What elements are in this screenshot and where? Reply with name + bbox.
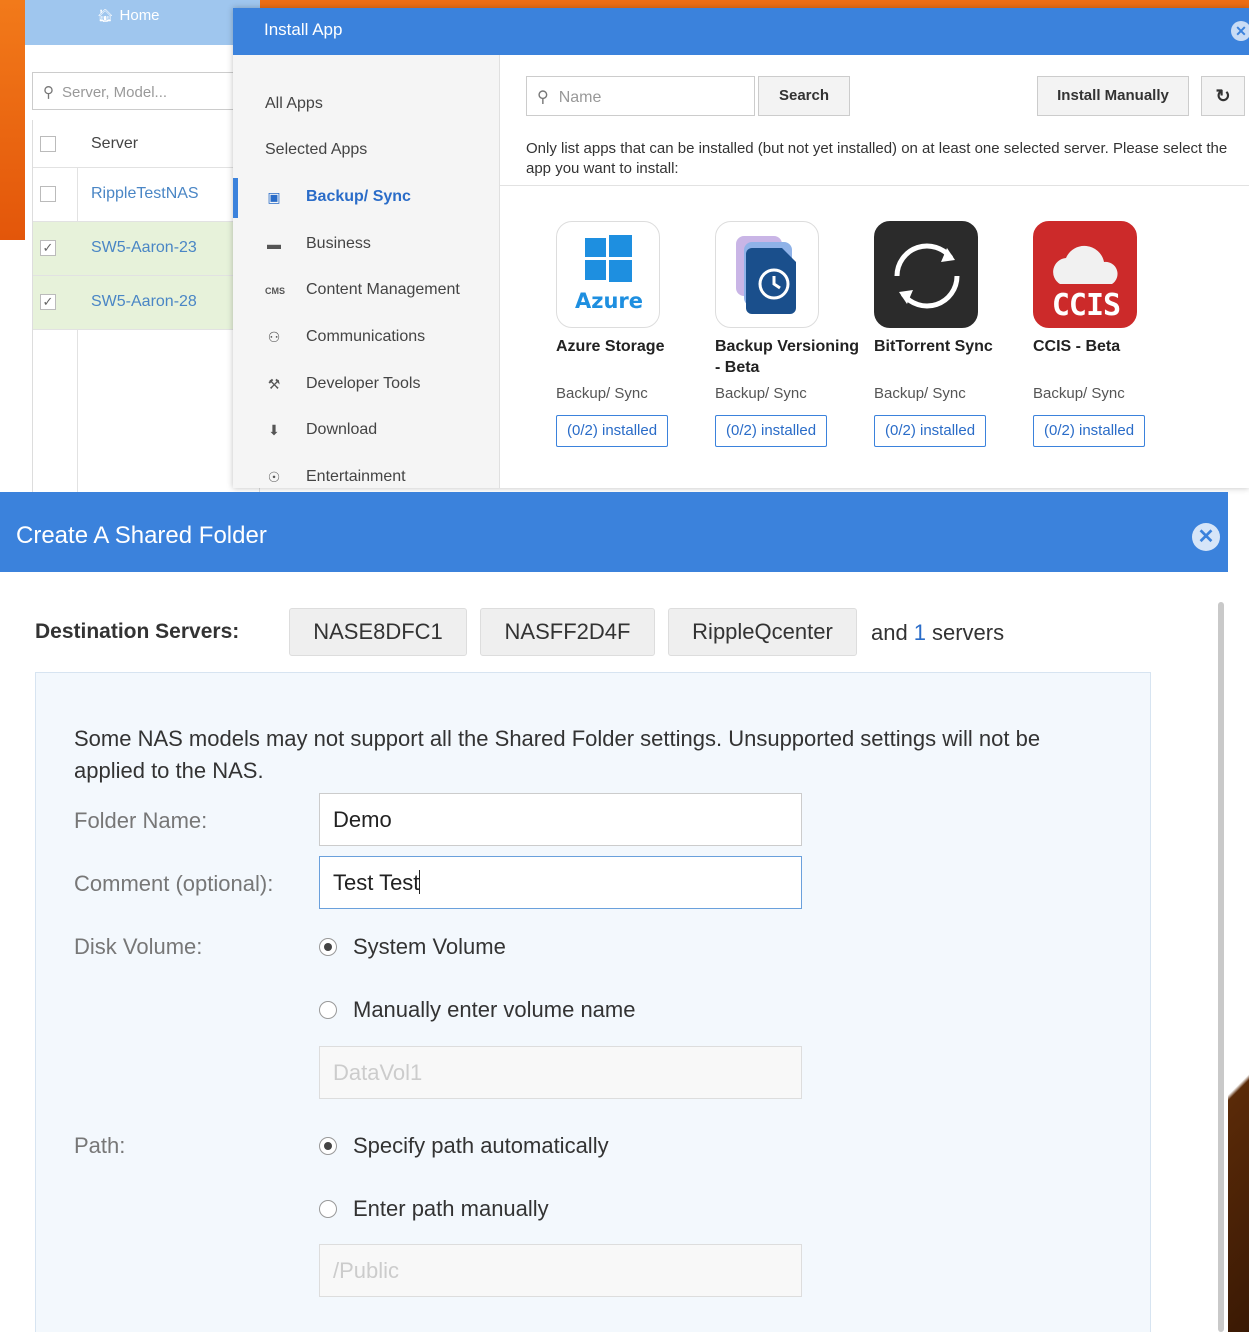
server-table-header: Server (33, 120, 260, 168)
nav-item-backup-sync[interactable]: ▣ Backup/ Sync (233, 178, 500, 218)
close-icon[interactable]: ✕ (1192, 523, 1220, 551)
row-checkbox[interactable] (40, 186, 56, 202)
radio-system-volume[interactable]: System Volume (319, 934, 506, 960)
installed-badge[interactable]: (0/2) installed (874, 415, 987, 447)
table-row[interactable]: ✓ SW5-Aaron-28 (33, 276, 260, 330)
install-app-card-meta: Backup/ Sync Backup/ Sync Backup/ Sync B… (500, 55, 1249, 488)
comment-field[interactable]: Test Test (319, 856, 802, 909)
server-search-placeholder: Server, Model... (62, 84, 168, 101)
app-category: Backup/ Sync (1033, 385, 1125, 402)
nav-item-all-apps[interactable]: All Apps (233, 85, 500, 125)
install-app-title: Install App (264, 20, 343, 39)
briefcase-icon: ▬ (267, 236, 281, 252)
server-panel: 🏠︎ Home ⚲ Server, Model... Server RippleTe… (25, 0, 260, 500)
radio-selected-icon (319, 938, 337, 956)
radio-label: System Volume (353, 934, 506, 959)
app-category: Backup/ Sync (556, 385, 648, 402)
hammer-icon: ⚒ (267, 376, 281, 392)
path-input[interactable]: /Public (319, 1244, 802, 1297)
search-icon: ⚲ (43, 84, 54, 101)
app-category-nav: All Apps Selected Apps ▣ Backup/ Sync ▬ … (233, 55, 500, 488)
folder-name-label: Folder Name: (74, 808, 208, 833)
desktop-background-right (1228, 780, 1249, 1332)
install-app-header: Install App ✕ (233, 8, 1249, 55)
nav-label: Content Management (306, 281, 460, 298)
compatibility-note: Some NAS models may not support all the … (74, 726, 1041, 783)
nav-label: Entertainment (306, 468, 406, 485)
app-category: Backup/ Sync (874, 385, 966, 402)
folder-name-value: Demo (333, 807, 392, 832)
nav-label: Selected Apps (265, 141, 368, 158)
installed-badge[interactable]: (0/2) installed (556, 415, 669, 447)
row-checkbox[interactable]: ✓ (40, 240, 56, 256)
server-table: Server RippleTestNAS ✓ SW5-Aaron-23 ✓ SW… (32, 120, 260, 500)
home-icon: 🏠︎ (97, 8, 114, 23)
table-row[interactable]: ✓ SW5-Aaron-23 (33, 222, 260, 276)
installed-badge[interactable]: (0/2) installed (1033, 415, 1146, 447)
nav-label: Backup/ Sync (306, 188, 411, 205)
close-icon[interactable]: ✕ (1231, 21, 1249, 41)
download-icon: ⬇ (268, 422, 280, 438)
radio-unselected-icon (319, 1200, 337, 1218)
nav-item-content-management[interactable]: CMS Content Management (233, 271, 500, 311)
path-label: Path: (74, 1133, 126, 1158)
people-icon: ⚇ (267, 329, 281, 345)
destination-server-chip: RippleQcenter (668, 608, 857, 656)
nav-label: All Apps (265, 95, 323, 112)
table-row[interactable]: RippleTestNAS (33, 168, 260, 222)
more-suffix: servers (931, 620, 1005, 645)
server-name[interactable]: RippleTestNAS (91, 185, 199, 203)
nav-label: Download (306, 421, 378, 438)
create-shared-folder-header: Create A Shared Folder ✕ (0, 492, 1228, 572)
disk-volume-label: Disk Volume: (74, 934, 203, 959)
volume-name-input[interactable]: DataVol1 (319, 1046, 802, 1099)
radio-selected-icon (319, 1137, 337, 1155)
server-search-input[interactable]: ⚲ Server, Model... (32, 72, 252, 110)
server-column-header: Server (91, 135, 139, 152)
path-placeholder: /Public (333, 1258, 400, 1283)
more-servers-link[interactable]: 1 (914, 620, 926, 645)
app-category: Backup/ Sync (715, 385, 807, 402)
destination-server-chip: NASE8DFC1 (289, 608, 467, 656)
comment-value: Test Test (333, 870, 420, 895)
create-shared-folder-dialog: Create A Shared Folder ✕ Destination Ser… (0, 492, 1228, 1332)
scrollbar[interactable] (1218, 602, 1224, 1332)
nav-label: Communications (306, 328, 426, 345)
dialog-title: Create A Shared Folder (16, 522, 267, 549)
destination-server-chip: NASFF2D4F (480, 608, 655, 656)
comment-label: Comment (optional): (74, 871, 274, 896)
more-prefix: and (871, 620, 908, 645)
text-caret (419, 870, 421, 894)
folder-name-field[interactable]: Demo (319, 793, 802, 846)
radio-manual-volume[interactable]: Manually enter volume name (319, 997, 635, 1023)
home-label: Home (119, 7, 160, 24)
more-servers: and 1 servers (871, 620, 1004, 646)
row-checkbox[interactable]: ✓ (40, 294, 56, 310)
nav-item-developer-tools[interactable]: ⚒ Developer Tools (233, 365, 500, 405)
radio-label: Manually enter volume name (353, 997, 636, 1022)
radio-path-manual[interactable]: Enter path manually (319, 1196, 549, 1222)
select-all-checkbox[interactable] (40, 136, 56, 152)
nav-item-business[interactable]: ▬ Business (233, 225, 500, 265)
nav-label: Business (306, 235, 371, 252)
backup-icon: ▣ (267, 189, 281, 205)
nav-item-entertainment[interactable]: ☉ Entertainment (233, 458, 500, 488)
shared-folder-form: Some NAS models may not support all the … (35, 672, 1151, 1332)
radio-label: Specify path automatically (353, 1133, 609, 1158)
destination-servers-label: Destination Servers: (35, 620, 240, 643)
nav-item-download[interactable]: ⬇ Download (233, 411, 500, 451)
home-tab[interactable]: 🏠︎ Home (25, 0, 260, 45)
cms-icon: CMS (265, 286, 285, 296)
nav-item-selected-apps[interactable]: Selected Apps (233, 131, 500, 171)
nav-item-communications[interactable]: ⚇ Communications (233, 318, 500, 358)
radio-unselected-icon (319, 1001, 337, 1019)
gamepad-icon: ☉ (267, 469, 281, 485)
radio-path-automatic[interactable]: Specify path automatically (319, 1133, 609, 1159)
server-name[interactable]: SW5-Aaron-23 (91, 239, 197, 257)
server-name[interactable]: SW5-Aaron-28 (91, 293, 197, 311)
radio-label: Enter path manually (353, 1196, 549, 1221)
installed-badge[interactable]: (0/2) installed (715, 415, 828, 447)
nav-label: Developer Tools (306, 375, 421, 392)
volume-name-placeholder: DataVol1 (333, 1060, 423, 1085)
